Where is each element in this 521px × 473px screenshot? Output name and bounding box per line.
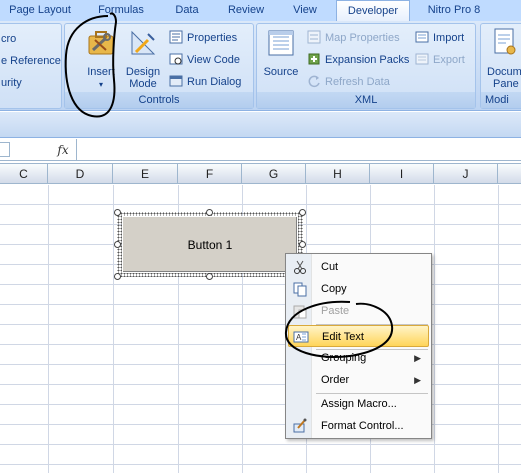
document-panel-label-2: Pane: [493, 78, 519, 90]
refresh-data-label: Refresh Data: [325, 76, 390, 88]
menu-item-assign-macro[interactable]: Assign Macro...: [288, 393, 429, 415]
menu-item-order[interactable]: Order ▶: [288, 369, 429, 391]
menu-item-label: Cut: [321, 261, 339, 273]
tab-developer[interactable]: Developer: [336, 0, 410, 21]
refresh-icon: [308, 75, 320, 88]
resize-handle[interactable]: [114, 241, 121, 248]
source-icon: [268, 30, 294, 56]
tab-nitro-pro[interactable]: Nitro Pro 8: [414, 0, 494, 21]
formula-input[interactable]: [78, 139, 521, 161]
expansion-packs-label: Expansion Packs: [325, 54, 410, 66]
relative-reference-item[interactable]: e Reference: [1, 54, 61, 68]
view-code-icon: [169, 53, 183, 65]
resize-handle[interactable]: [206, 209, 213, 216]
xml-group-label: XML: [257, 92, 475, 108]
column-header-j[interactable]: J: [434, 164, 498, 184]
run-dialog-button[interactable]: Run Dialog: [169, 74, 241, 89]
modify-group: Docum Pane Modi: [480, 23, 521, 109]
import-label: Import: [433, 32, 465, 44]
view-code-button[interactable]: View Code: [169, 52, 240, 67]
source-label: Source: [263, 66, 299, 78]
map-properties-button[interactable]: Map Properties: [307, 30, 400, 45]
menu-item-label: Format Control...: [321, 420, 404, 432]
format-control-icon: [293, 418, 307, 433]
resize-handle[interactable]: [114, 209, 121, 216]
column-header-i[interactable]: I: [370, 164, 434, 184]
xml-group: Source Map Properties Expansion Packs Re…: [256, 23, 476, 109]
insert-function-icon[interactable]: fx: [52, 141, 74, 159]
formula-bar: fx: [0, 139, 521, 161]
export-label: Export: [433, 54, 465, 66]
export-icon: [415, 53, 429, 65]
run-dialog-label: Run Dialog: [187, 76, 242, 88]
copy-icon: [293, 282, 307, 297]
tab-view[interactable]: View: [280, 0, 330, 21]
map-properties-icon: [307, 30, 321, 44]
submenu-arrow-icon: ▶: [414, 375, 421, 385]
submenu-arrow-icon: ▶: [414, 353, 421, 363]
resize-handle[interactable]: [299, 241, 306, 248]
name-box[interactable]: [0, 142, 10, 157]
column-header-f[interactable]: F: [178, 164, 242, 184]
run-dialog-icon: [169, 75, 183, 87]
formula-bar-divider: [76, 139, 77, 161]
resize-handle[interactable]: [299, 209, 306, 216]
import-button[interactable]: Import: [415, 30, 464, 45]
view-code-label: View Code: [187, 54, 240, 66]
properties-icon: [169, 30, 183, 44]
source-button[interactable]: Source: [261, 26, 301, 86]
annotation-circle-insert: [64, 12, 118, 118]
menu-item-label: Assign Macro...: [321, 398, 397, 410]
modify-group-label: Modi: [481, 92, 521, 108]
column-header-d[interactable]: D: [48, 164, 113, 184]
column-header-g[interactable]: G: [242, 164, 306, 184]
expansion-packs-icon: [308, 53, 320, 65]
resize-handle[interactable]: [114, 273, 121, 280]
properties-label: Properties: [187, 32, 238, 44]
resize-handle[interactable]: [206, 273, 213, 280]
macro-security-button[interactable]: urity: [1, 76, 22, 90]
macro-security-item[interactable]: cro: [1, 32, 16, 46]
annotation-circle-edit-text: [284, 300, 394, 358]
tab-data[interactable]: Data: [162, 0, 212, 21]
menu-item-label: Order: [321, 374, 350, 386]
expansion-packs-button[interactable]: Expansion Packs: [307, 52, 409, 67]
code-group: cro e Reference urity: [0, 23, 62, 109]
column-header-e[interactable]: E: [113, 164, 178, 184]
scissors-icon: [294, 260, 306, 274]
document-panel-icon: [494, 28, 516, 55]
properties-button[interactable]: Properties: [169, 30, 237, 45]
form-button[interactable]: Button 1: [122, 216, 298, 273]
export-button[interactable]: Export: [415, 52, 465, 67]
column-header-h[interactable]: H: [306, 164, 370, 184]
menu-item-format-control[interactable]: Format Control...: [288, 415, 429, 437]
map-properties-label: Map Properties: [325, 32, 400, 44]
tab-review[interactable]: Review: [216, 0, 276, 21]
document-panel-button[interactable]: Docum Pane: [483, 26, 521, 90]
column-header-c[interactable]: C: [0, 164, 48, 184]
import-icon: [415, 31, 429, 43]
column-header-row: C D E F G H I J: [0, 163, 521, 184]
refresh-data-button[interactable]: Refresh Data: [307, 74, 390, 89]
menu-item-cut[interactable]: Cut: [288, 256, 429, 278]
